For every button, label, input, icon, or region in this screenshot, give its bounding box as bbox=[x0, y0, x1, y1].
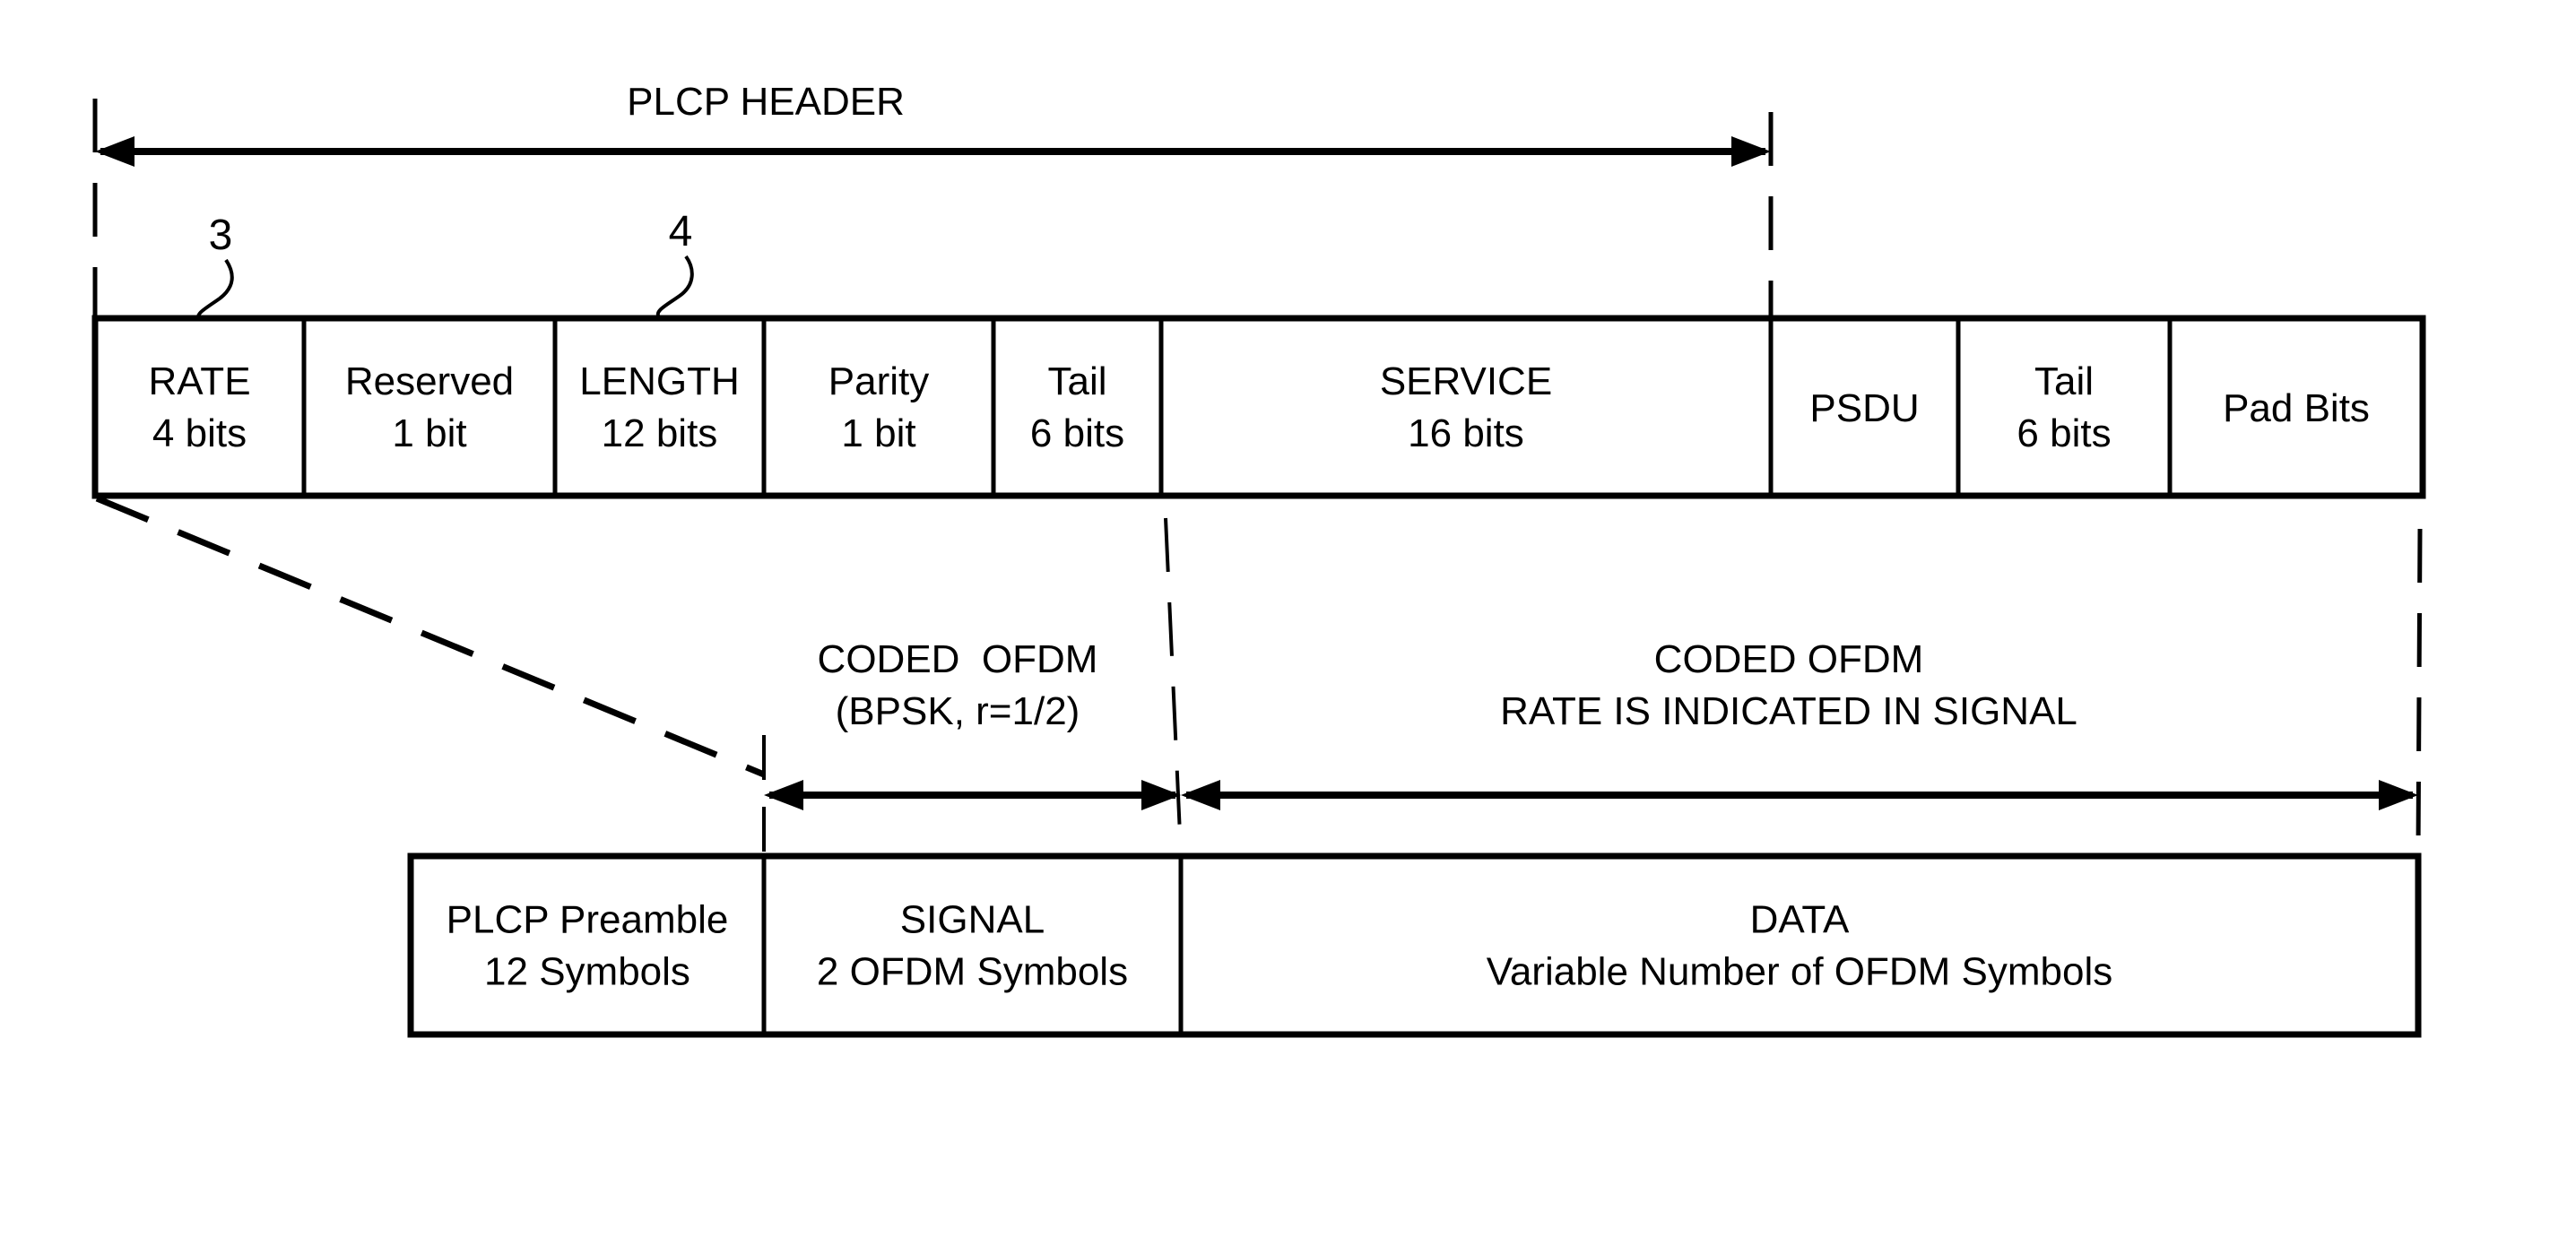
header-field-name: SERVICE bbox=[1380, 359, 1552, 403]
signal-coding-line2: (BPSK, r=1/2) bbox=[836, 689, 1080, 733]
signal-extent-arrow bbox=[764, 780, 1181, 810]
header-field-name: Parity bbox=[828, 359, 929, 403]
header-cell-service: SERVICE 16 bits bbox=[1380, 359, 1552, 455]
plcp-frame-diagram: PLCP HEADER 3 4 RATE 4 bits Reserved 1 bit L… bbox=[91, 80, 2426, 1038]
ppdu-cell-plcp-preamble: PLCP Preamble 12 Symbols bbox=[447, 898, 729, 994]
header-field-size: 1 bit bbox=[392, 411, 466, 455]
header-field-size: 12 bits bbox=[602, 411, 718, 455]
header-cell-tail: Tail 6 bits bbox=[1030, 359, 1124, 455]
leader-line-3 bbox=[196, 258, 234, 321]
ppdu-field-size: Variable Number of OFDM Symbols bbox=[1487, 950, 2113, 994]
header-cell-pad-bits: Pad Bits bbox=[2223, 386, 2370, 430]
header-cell-length: LENGTH 12 bits bbox=[579, 359, 739, 455]
leader-line-4 bbox=[655, 255, 694, 319]
plcp-header-fields-row: RATE 4 bits Reserved 1 bit LENGTH 12 bits Pari… bbox=[91, 315, 2426, 499]
data-coding-line2: RATE IS INDICATED IN SIGNAL bbox=[1500, 689, 2077, 733]
ppdu-symbols-row: PLCP Preamble 12 Symbols SIGNAL 2 OFDM Symb… bbox=[407, 852, 2422, 1038]
header-cell-parity: Parity 1 bit bbox=[828, 359, 929, 455]
data-coding-line1: CODED OFDM bbox=[1654, 637, 1924, 681]
reference-numeral-4: 4 bbox=[669, 208, 693, 255]
ppdu-field-size: 2 OFDM Symbols bbox=[817, 950, 1128, 994]
ppdu-cell-data: DATA Variable Number of OFDM Symbols bbox=[1487, 898, 2113, 994]
expansion-diagonal-dashed-line bbox=[95, 495, 766, 778]
header-field-name: PSDU bbox=[1809, 386, 1919, 430]
header-field-name: Reserved bbox=[345, 359, 514, 403]
header-field-size: 6 bits bbox=[1030, 411, 1124, 455]
header-cell-rate: RATE 4 bits bbox=[148, 359, 250, 455]
plcp-header-label: PLCP HEADER bbox=[627, 80, 905, 124]
header-field-name: Tail bbox=[2034, 359, 2094, 403]
header-field-size: 1 bit bbox=[841, 411, 915, 455]
signal-coding-line1: CODED OFDM bbox=[818, 637, 1098, 681]
ppdu-field-name: SIGNAL bbox=[900, 898, 1045, 942]
header-field-name: Pad Bits bbox=[2223, 386, 2370, 430]
header-field-name: LENGTH bbox=[579, 359, 739, 403]
ppdu-field-name: PLCP Preamble bbox=[447, 898, 729, 942]
header-field-name: Tail bbox=[1047, 359, 1106, 403]
ppdu-cell-signal: SIGNAL 2 OFDM Symbols bbox=[817, 898, 1128, 994]
ppdu-field-size: 12 Symbols bbox=[484, 950, 690, 994]
signal-data-boundary-dashed-line bbox=[1164, 517, 1183, 855]
data-extent-arrow bbox=[1181, 780, 2418, 810]
header-field-name: RATE bbox=[148, 359, 250, 403]
header-field-size: 4 bits bbox=[152, 411, 247, 455]
plcp-header-arrow bbox=[95, 136, 1771, 167]
header-cell-psdu: PSDU bbox=[1809, 386, 1919, 430]
data-right-dashed-line bbox=[2416, 528, 2423, 855]
header-cell-tail: Tail 6 bits bbox=[2017, 359, 2111, 455]
header-field-size: 6 bits bbox=[2017, 411, 2111, 455]
ppdu-field-name: DATA bbox=[1750, 898, 1850, 942]
header-field-size: 16 bits bbox=[1408, 411, 1524, 455]
header-cell-reserved: Reserved 1 bit bbox=[345, 359, 514, 455]
reference-numeral-3: 3 bbox=[209, 212, 233, 259]
